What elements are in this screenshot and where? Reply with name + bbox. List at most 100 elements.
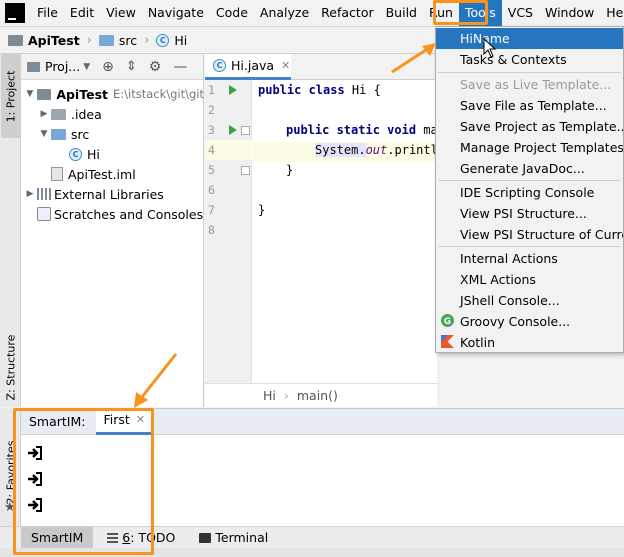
run-gutter-icon[interactable] xyxy=(229,125,237,135)
collapsed-arrow-icon[interactable]: ▶ xyxy=(23,189,37,199)
nav-folder[interactable]: src xyxy=(98,33,137,48)
minimize-icon[interactable]: — xyxy=(173,59,187,75)
nav-file[interactable]: C Hi xyxy=(156,33,187,48)
menu-edit[interactable]: Edit xyxy=(64,0,100,26)
menu-item-internal-actions[interactable]: Internal Actions xyxy=(436,248,623,269)
nav-file-label: Hi xyxy=(174,32,188,48)
tab-structure-label: Z: Structure xyxy=(4,334,18,400)
tree-item-external-libraries[interactable]: ▶ External Libraries xyxy=(21,184,204,204)
bottom-tab-terminal[interactable]: Terminal xyxy=(185,527,278,549)
menu-run[interactable]: Run xyxy=(423,0,459,26)
todo-list-icon xyxy=(107,532,119,543)
bottom-tab-label: Terminal xyxy=(215,529,269,545)
line-number: 8 xyxy=(208,223,215,237)
menu-tools[interactable]: Tools xyxy=(458,0,502,26)
code-line-4[interactable]: System.out.printl xyxy=(315,140,438,160)
java-class-icon: C xyxy=(156,33,170,47)
close-icon[interactable]: ✕ xyxy=(136,407,145,433)
collapsed-arrow-icon[interactable]: ▶ xyxy=(37,109,51,119)
tree-item-apitest[interactable]: ▼ ApiTest E:\itstack\git\git xyxy=(21,84,204,104)
menu-item-view-psi-structure[interactable]: View PSI Structure... xyxy=(436,203,623,224)
chevron-right-icon: › xyxy=(283,388,289,403)
menu-analyze[interactable]: Analyze xyxy=(254,0,315,26)
code-line-7[interactable]: } xyxy=(258,200,265,220)
project-view-dropdown[interactable]: Proj... xyxy=(45,59,80,74)
menu-item-view-psi-current-file[interactable]: View PSI Structure of Current File xyxy=(436,224,623,245)
intellij-logo-icon xyxy=(5,3,25,23)
sign-in-icon[interactable] xyxy=(27,471,43,487)
tab-project[interactable]: 1: Project xyxy=(1,54,20,138)
tree-item-src[interactable]: ▼ src xyxy=(21,124,204,144)
menu-code[interactable]: Code xyxy=(210,0,254,26)
tree-item-label: Scratches and Consoles xyxy=(54,206,204,222)
collapse-all-icon[interactable]: ⇕ xyxy=(126,59,137,74)
expanded-arrow-icon[interactable]: ▼ xyxy=(23,89,37,99)
breadcrumb-method[interactable]: main() xyxy=(297,388,338,403)
editor-area: C Hi.java ✕ 1 2 3 4 5 6 7 8 public class… xyxy=(205,54,438,407)
project-tree: ▼ ApiTest E:\itstack\git\git ▶ .idea ▼ s… xyxy=(21,84,204,224)
menu-item-tasks-contexts[interactable]: Tasks & Contexts xyxy=(436,49,623,70)
nav-project[interactable]: ApiTest xyxy=(8,33,80,48)
menu-item-xml-actions[interactable]: XML Actions xyxy=(436,269,623,290)
menu-help[interactable]: Help xyxy=(600,0,624,26)
breadcrumb-class[interactable]: Hi xyxy=(263,388,276,403)
chevron-down-icon[interactable]: ▼ xyxy=(83,62,90,72)
menu-item-generate-javadoc[interactable]: Generate JavaDoc... xyxy=(436,158,623,179)
menu-item-manage-templates[interactable]: Manage Project Templates... xyxy=(436,137,623,158)
menu-item-jshell-console[interactable]: JShell Console... xyxy=(436,290,623,311)
menu-item-ide-scripting-console[interactable]: IDE Scripting Console xyxy=(436,182,623,203)
mouse-cursor-icon xyxy=(483,38,497,58)
project-panel-header: Proj... ▼ ⊕ ⇕ ⚙ — xyxy=(21,54,203,80)
close-icon[interactable]: ✕ xyxy=(281,59,290,72)
favorites-star-icon[interactable]: ★ xyxy=(4,500,16,515)
expanded-arrow-icon[interactable]: ▼ xyxy=(37,129,51,139)
tree-item-hi[interactable]: C Hi xyxy=(21,144,204,164)
left-tool-strip: 1: Project Z: Structure xyxy=(0,54,21,407)
gear-icon[interactable]: ⚙ xyxy=(149,59,162,75)
menu-item-groovy-console[interactable]: Groovy Console... xyxy=(436,311,623,332)
project-panel: Proj... ▼ ⊕ ⇕ ⚙ — ▼ ApiTest E:\itstack\g… xyxy=(21,54,204,407)
tree-item-scratches[interactable]: Scratches and Consoles xyxy=(21,204,204,224)
bottom-tab-smartim[interactable]: SmartIM xyxy=(21,526,94,549)
fold-icon[interactable] xyxy=(241,166,250,175)
smartim-panel: SmartIM: First ✕ xyxy=(21,408,624,526)
line-number: 6 xyxy=(208,183,215,197)
code-line-3[interactable]: public static void ma xyxy=(286,120,438,140)
tree-item-apitest-iml[interactable]: ApiTest.iml xyxy=(21,164,204,184)
tab-structure[interactable]: Z: Structure xyxy=(1,330,20,404)
tree-item-label: External Libraries xyxy=(54,186,164,202)
java-class-icon: C xyxy=(213,59,226,72)
menu-item-save-project-template[interactable]: Save Project as Template... xyxy=(436,116,623,137)
menu-navigate[interactable]: Navigate xyxy=(142,0,210,26)
sign-in-icon[interactable] xyxy=(27,445,43,461)
menu-file[interactable]: File xyxy=(31,0,64,26)
menu-view[interactable]: View xyxy=(100,0,142,26)
locate-target-icon[interactable]: ⊕ xyxy=(102,59,114,75)
menu-item-kotlin[interactable]: Kotlin xyxy=(436,332,623,353)
chevron-right-icon: › xyxy=(144,32,150,48)
project-view-icon xyxy=(27,61,40,72)
code-line-1[interactable]: public class Hi { xyxy=(258,80,381,100)
editor-tab-hi-java[interactable]: C Hi.java ✕ xyxy=(205,54,291,80)
smartim-tab-first[interactable]: First ✕ xyxy=(95,407,154,435)
menu-item-save-file-template[interactable]: Save File as Template... xyxy=(436,95,623,116)
line-number: 2 xyxy=(208,103,215,117)
menu-refactor[interactable]: Refactor xyxy=(315,0,379,26)
menu-build[interactable]: Build xyxy=(380,0,423,26)
menu-separator xyxy=(438,180,621,181)
tree-item-idea[interactable]: ▶ .idea xyxy=(21,104,204,124)
project-folder-icon xyxy=(8,34,23,46)
code-line-5[interactable]: } xyxy=(286,160,293,180)
menu-item-hiname[interactable]: HiName xyxy=(436,28,623,49)
menu-vcs[interactable]: VCS xyxy=(502,0,539,26)
line-number: 4 xyxy=(205,140,252,160)
menu-window[interactable]: Window xyxy=(539,0,600,26)
bottom-tab-label: 6 xyxy=(122,529,131,545)
fold-icon[interactable] xyxy=(241,126,250,135)
sign-in-icon[interactable] xyxy=(27,497,43,513)
code-keyword: public class xyxy=(258,83,345,97)
editor-tab-bar: C Hi.java ✕ xyxy=(205,54,437,80)
run-gutter-icon[interactable] xyxy=(229,85,237,95)
tab-project-label: 1: Project xyxy=(4,70,17,122)
bottom-tab-todo[interactable]: 6: TODO xyxy=(93,527,185,549)
